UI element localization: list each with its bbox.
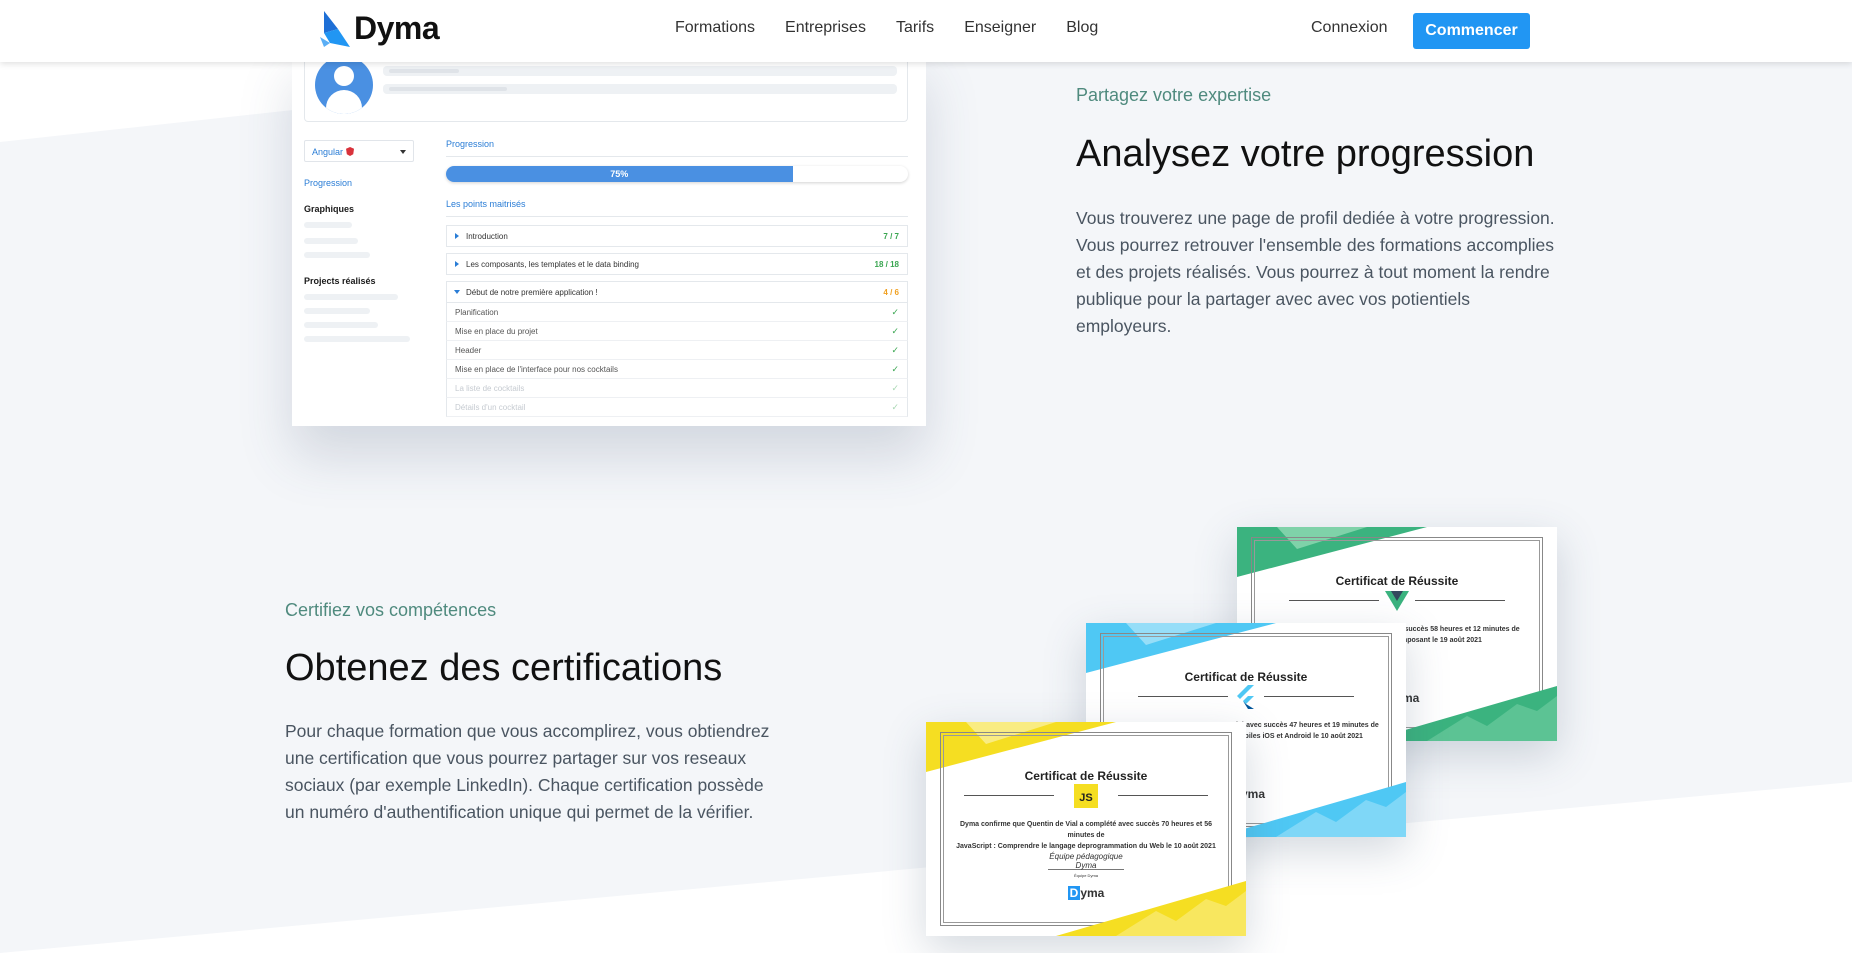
progress-eyebrow: Partagez votre expertise: [1076, 85, 1272, 105]
lesson-label: Mise en place du projet: [455, 327, 538, 336]
avatar: [315, 56, 373, 114]
sidebar-item-projects[interactable]: Projects réalisés: [304, 276, 376, 286]
sidebar-item-progression[interactable]: Progression: [304, 178, 352, 188]
progress-description: Vous trouverez une page de profil dediée…: [1076, 208, 1555, 336]
cert-decoration: [1056, 881, 1246, 936]
points-title: Les points maitrisés: [446, 199, 526, 209]
cert-title: Certificat de Réussite: [1024, 769, 1148, 783]
lesson-row[interactable]: Header ✓: [446, 341, 908, 360]
brand-logo[interactable]: Dyma: [320, 10, 440, 47]
cert-heading: Obtenez des certifications: [285, 647, 723, 689]
check-icon: ✓: [891, 402, 899, 412]
skeleton-line: [304, 238, 358, 244]
caret-down-icon: [400, 150, 406, 154]
chapter-row[interactable]: Début de notre première application ! 4 …: [446, 281, 908, 303]
lesson-label: Planification: [455, 308, 499, 317]
progress-bar-fill: 75%: [446, 166, 793, 182]
cert-title: Certificat de Réussite: [1184, 670, 1308, 684]
check-icon: ✓: [891, 383, 899, 393]
flutter-logo-icon: [1237, 685, 1254, 709]
cert-title: Certificat de Réussite: [1335, 574, 1459, 588]
skeleton-line: [304, 294, 398, 300]
lesson-label: Header: [455, 346, 482, 355]
chapter-count: 7 / 7: [883, 232, 899, 241]
certificate-javascript: Certificat de Réussite JS Dyma confirme …: [926, 722, 1246, 936]
sidebar-item-graphiques[interactable]: Graphiques: [304, 204, 354, 214]
chapter-count: 18 / 18: [874, 260, 899, 269]
progress-mockup: Angular Progression Graphiques Projects …: [292, 50, 926, 426]
lesson-row[interactable]: Mise en place de l'interface pour nos co…: [446, 360, 908, 379]
skeleton-line: [304, 308, 370, 314]
course-select-value: Angular: [312, 147, 344, 157]
course-select[interactable]: Angular: [304, 140, 414, 162]
cert-description: Pour chaque formation que vous accomplir…: [285, 721, 770, 822]
chapter-label: Début de notre première application !: [466, 288, 598, 297]
divider: [446, 216, 908, 217]
angular-icon: [346, 147, 355, 156]
cert-text: Dyma confirme que Quentin de Vial a comp…: [956, 821, 1216, 850]
site-header: Dyma Formations Entreprises Tarifs Ensei…: [0, 0, 1852, 62]
chapter-label: Les composants, les templates et le data…: [466, 260, 639, 269]
chapter-row[interactable]: Introduction 7 / 7: [446, 225, 908, 247]
lesson-row[interactable]: La liste de cocktails ✓: [446, 379, 908, 398]
triangle-right-icon: [455, 261, 459, 267]
login-link[interactable]: Connexion: [1311, 19, 1388, 37]
skeleton-line: [304, 252, 370, 258]
progress-bar: 75%: [446, 166, 908, 182]
check-icon: ✓: [891, 326, 899, 336]
nav-blog[interactable]: Blog: [1066, 19, 1098, 37]
lesson-label: La liste de cocktails: [455, 384, 525, 393]
check-icon: ✓: [891, 307, 899, 317]
divider: [446, 156, 908, 157]
progress-title: Progression: [446, 139, 495, 149]
lesson-row[interactable]: Détails d'un cocktail ✓: [446, 398, 908, 417]
main-nav: Formations Entreprises Tarifs Enseigner …: [675, 19, 1098, 37]
lesson-row[interactable]: Planification ✓: [446, 303, 908, 322]
check-icon: ✓: [891, 364, 899, 374]
nav-formations[interactable]: Formations: [675, 19, 755, 37]
cert-text: avec succès 58 heures et 12 minutes de é…: [1387, 626, 1520, 644]
nav-tarifs[interactable]: Tarifs: [896, 19, 934, 37]
skeleton-line: [304, 336, 410, 342]
triangle-down-icon: [454, 290, 460, 294]
chapter-label: Introduction: [466, 232, 508, 241]
start-button[interactable]: Commencer: [1413, 13, 1530, 49]
skeleton-line: [304, 222, 352, 228]
chapter-row[interactable]: Les composants, les templates et le data…: [446, 253, 908, 275]
js-logo-icon: JS: [1074, 784, 1098, 808]
nav-entreprises[interactable]: Entreprises: [785, 19, 866, 37]
vue-logo-icon: [1385, 591, 1409, 611]
dyma-bird-icon: [320, 10, 350, 47]
brand-name: Dyma: [354, 10, 440, 46]
skeleton-line: [304, 322, 378, 328]
lesson-label: Mise en place de l'interface pour nos co…: [455, 365, 618, 374]
skeleton-line: [389, 87, 507, 91]
skeleton-line: [383, 66, 897, 76]
cert-eyebrow: Certifiez vos compétences: [285, 600, 497, 620]
cert-signature-caption: Équipe Dyma: [1073, 873, 1098, 878]
check-icon: ✓: [891, 345, 899, 355]
lesson-row[interactable]: Mise en place du projet ✓: [446, 322, 908, 341]
progress-heading: Analysez votre progression: [1076, 133, 1535, 175]
cert-text: ité avec succès 47 heures et 19 minutes …: [1236, 722, 1379, 740]
cert-signature: Équipe pédagogique Dyma: [1048, 852, 1124, 870]
nav-enseigner[interactable]: Enseigner: [964, 19, 1036, 37]
triangle-right-icon: [455, 233, 459, 239]
lesson-label: Détails d'un cocktail: [455, 403, 526, 412]
skeleton-line: [389, 69, 459, 73]
chapter-count: 4 / 6: [883, 288, 899, 297]
